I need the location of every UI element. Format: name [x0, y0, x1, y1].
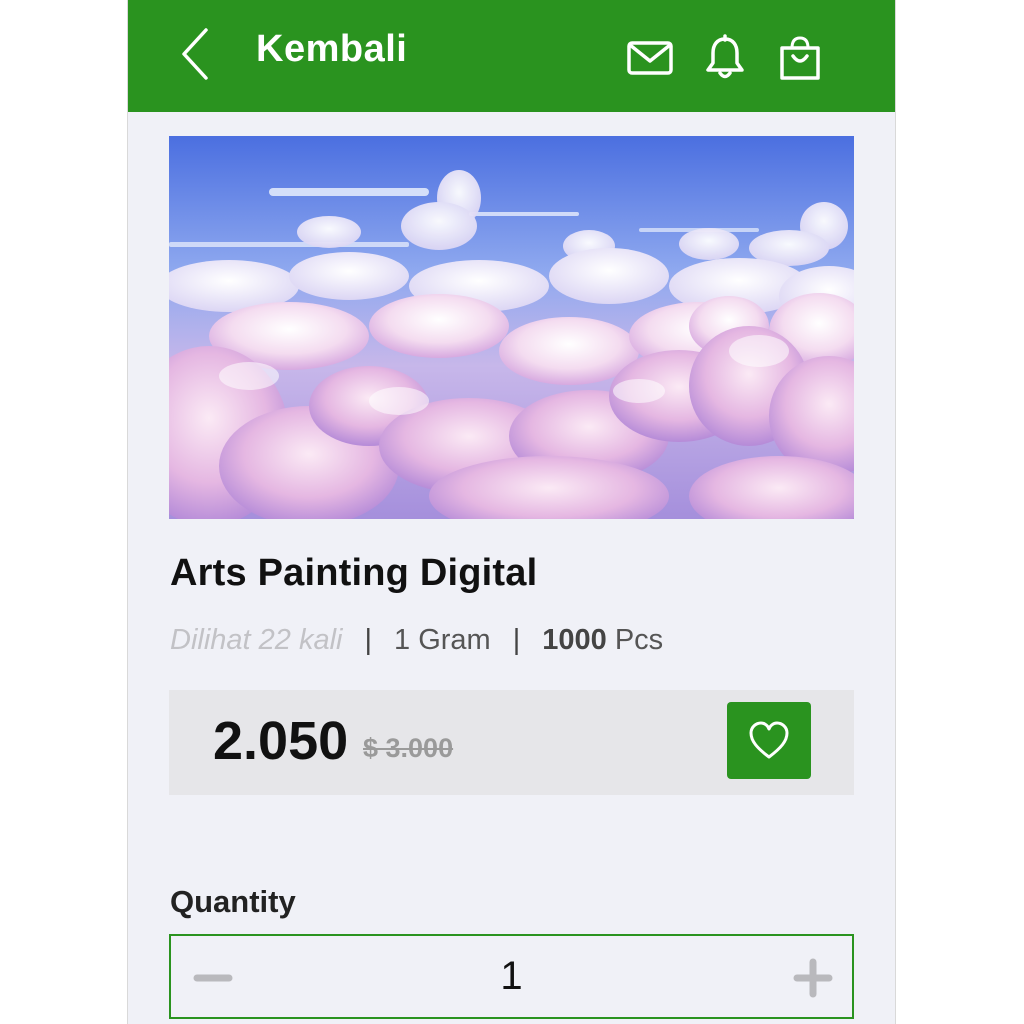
stock-count: 1000	[542, 624, 607, 656]
product-image	[169, 136, 854, 519]
plus-icon	[793, 958, 833, 998]
shopping-bag-icon	[780, 36, 820, 80]
meta-divider: |	[364, 624, 373, 656]
quantity-label: Quantity	[170, 884, 296, 919]
product-title: Arts Painting Digital	[170, 552, 538, 594]
heart-icon	[749, 721, 789, 759]
bell-icon	[706, 34, 744, 79]
product-detail-screen: Kembali Arts Painting Digital Dilihat 22…	[127, 0, 896, 1024]
top-app-bar: Kembali	[128, 0, 895, 112]
quantity-stepper: 1	[169, 934, 854, 1019]
back-button[interactable]	[176, 24, 216, 84]
quantity-value[interactable]: 1	[171, 954, 852, 999]
cart-button[interactable]	[776, 34, 824, 82]
product-meta: Dilihat 22 kali | 1 Gram | 1000 Pcs	[170, 624, 663, 657]
stock-unit: Pcs	[614, 624, 664, 656]
view-count: Dilihat 22 kali	[170, 624, 343, 656]
mail-button[interactable]	[626, 34, 674, 82]
favorite-button[interactable]	[727, 702, 811, 779]
back-label[interactable]: Kembali	[256, 28, 407, 71]
back-chevron-icon	[182, 28, 208, 80]
original-price: $ 3.000	[363, 733, 454, 763]
meta-divider: |	[512, 624, 521, 656]
increase-button[interactable]	[793, 958, 833, 998]
mail-icon	[627, 41, 673, 75]
notification-button[interactable]	[701, 34, 749, 82]
current-price: 2.050	[213, 711, 349, 771]
price-box: 2.050 $ 3.000	[169, 690, 854, 795]
product-weight: 1 Gram	[394, 624, 491, 656]
